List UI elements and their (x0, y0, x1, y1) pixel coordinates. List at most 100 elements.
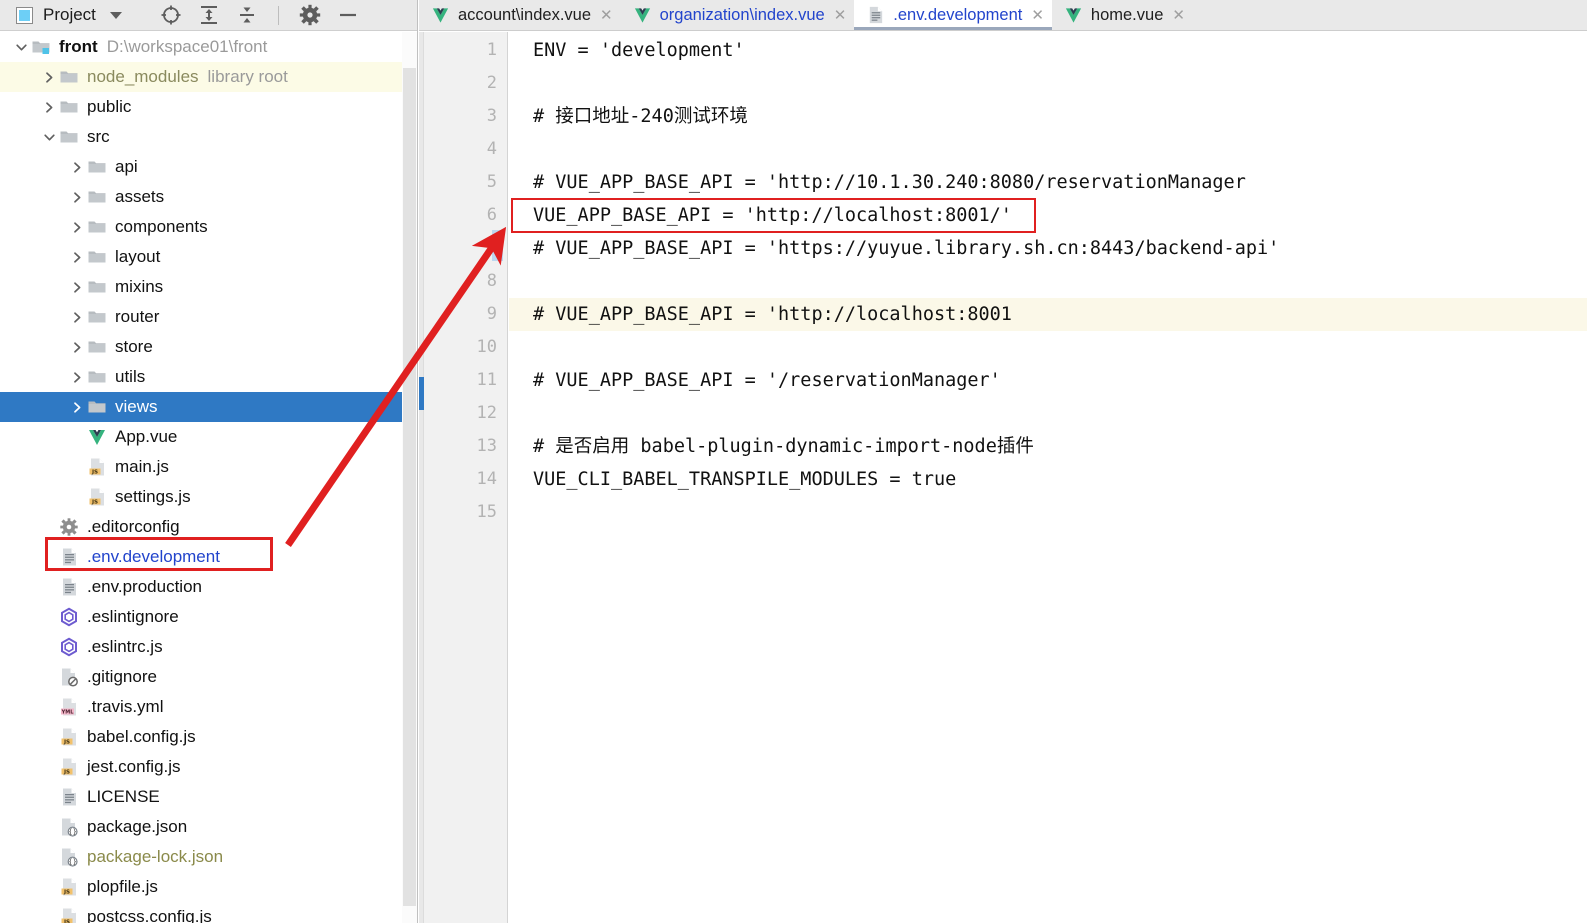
code-editor[interactable]: 1 2 3 4 5 6 7 8 9 10 11 12 13 14 15 ENV = 'development… (419, 32, 1587, 923)
minimize-icon[interactable] (337, 4, 359, 26)
folder-icon (58, 96, 80, 118)
tree-item-router[interactable]: router (0, 302, 417, 332)
chevron-right-icon[interactable] (68, 251, 86, 264)
collapse-all-icon[interactable] (236, 4, 258, 26)
tree-item--env-production[interactable]: .env.production (0, 572, 417, 602)
tree-item-plopfile-js[interactable]: JS plopfile.js (0, 872, 417, 902)
tree-item-label: api (115, 157, 138, 176)
code-line-2[interactable] (509, 67, 1587, 100)
tree-item-mixins[interactable]: mixins (0, 272, 417, 302)
tree-item-src[interactable]: src (0, 122, 417, 152)
code-line-9[interactable]: # VUE_APP_BASE_API = 'http://localhost:8… (509, 298, 1587, 331)
tree-item-label: mixins (115, 277, 164, 296)
code-line-12[interactable] (509, 397, 1587, 430)
tree-item-app-vue[interactable]: App.vue (0, 422, 417, 452)
tree-item-label: public (87, 97, 132, 116)
tree-item-label: layout (115, 247, 161, 266)
chevron-down-icon[interactable] (40, 131, 58, 144)
project-tree-scrollbar-thumb[interactable] (403, 68, 416, 906)
code-line-4[interactable] (509, 133, 1587, 166)
gear-icon[interactable] (299, 4, 321, 26)
code-line-15[interactable] (509, 496, 1587, 529)
editor-tab-account-index-vue[interactable]: account\index.vue ✕ (419, 0, 621, 30)
code-content[interactable]: ENV = 'development' # 接口地址-240测试环境 # VUE_A… (509, 32, 1587, 923)
text-file-icon (58, 546, 80, 568)
code-line-10[interactable] (509, 331, 1587, 364)
tree-item-main-js[interactable]: JS main.js (0, 452, 417, 482)
code-line-6[interactable]: VUE_APP_BASE_API = 'http://localhost:800… (509, 199, 1587, 232)
close-icon[interactable]: ✕ (1031, 8, 1044, 23)
svg-text:JS: JS (63, 769, 70, 775)
line-number: 13 (476, 436, 497, 456)
chevron-right-icon[interactable] (68, 281, 86, 294)
tree-item-public[interactable]: public (0, 92, 417, 122)
tree-item-package-json[interactable]: {} package.json (0, 812, 417, 842)
chevron-right-icon[interactable] (68, 191, 86, 204)
locate-target-icon[interactable] (160, 4, 182, 26)
chevron-right-icon[interactable] (68, 341, 86, 354)
tree-item-layout[interactable]: layout (0, 242, 417, 272)
tree-item-store[interactable]: store (0, 332, 417, 362)
code-line-3[interactable]: # 接口地址-240测试环境 (509, 100, 1587, 133)
text-file-icon (58, 576, 80, 598)
project-tree-scroll[interactable]: front D:\workspace01\front node_modules lib… (0, 32, 417, 923)
line-number: 6 (486, 205, 497, 225)
tree-item--env-development[interactable]: .env.development (0, 542, 417, 572)
gutter-selection-marker (419, 377, 424, 410)
tree-item-settings-js[interactable]: JS settings.js (0, 482, 417, 512)
js-icon: JS (86, 486, 108, 508)
project-panel: Project front D:\workspace01\front node_… (0, 0, 418, 923)
chevron-right-icon[interactable] (68, 221, 86, 234)
tree-item-assets[interactable]: assets (0, 182, 417, 212)
tree-item-node_modules[interactable]: node_modules library root (0, 62, 417, 92)
tree-item-components[interactable]: components (0, 212, 417, 242)
tree-item-front[interactable]: front D:\workspace01\front (0, 32, 417, 62)
code-line-1[interactable]: ENV = 'development' (509, 34, 1587, 67)
editor-tab-home-vue[interactable]: home.vue ✕ (1052, 0, 1193, 30)
chevron-right-icon[interactable] (40, 71, 58, 84)
ide-window: Project front D:\workspace01\front node_… (0, 0, 1587, 923)
tree-item--eslintignore[interactable]: .eslintignore (0, 602, 417, 632)
tree-item-postcss-config-js[interactable]: JS postcss.config.js (0, 902, 417, 923)
editor-tab--env-development[interactable]: .env.development ✕ (854, 0, 1052, 30)
line-number: 4 (486, 139, 497, 159)
chevron-right-icon[interactable] (68, 311, 86, 324)
tree-item-license[interactable]: LICENSE (0, 782, 417, 812)
editor-gutter[interactable]: 1 2 3 4 5 6 7 8 9 10 11 12 13 14 15 (419, 32, 508, 923)
close-icon[interactable]: ✕ (834, 8, 847, 23)
code-line-7[interactable]: # VUE_APP_BASE_API = 'https://yuyue.libr… (509, 232, 1587, 265)
close-icon[interactable]: ✕ (1172, 8, 1185, 23)
tree-item-jest-config-js[interactable]: JS jest.config.js (0, 752, 417, 782)
tree-item--travis-yml[interactable]: YML .travis.yml (0, 692, 417, 722)
code-line-13[interactable]: # 是否启用 babel-plugin-dynamic-import-node插… (509, 430, 1587, 463)
chevron-down-icon[interactable] (12, 41, 30, 54)
chevron-right-icon[interactable] (68, 161, 86, 174)
code-line-8[interactable] (509, 265, 1587, 298)
tree-item-utils[interactable]: utils (0, 362, 417, 392)
chevron-right-icon[interactable] (40, 101, 58, 114)
svg-text:{}: {} (68, 828, 76, 836)
project-tree-scrollbar[interactable] (402, 32, 417, 923)
chevron-right-icon[interactable] (68, 371, 86, 384)
tree-item--editorconfig[interactable]: .editorconfig (0, 512, 417, 542)
tree-item-label: store (115, 337, 153, 356)
expand-all-icon[interactable] (198, 4, 220, 26)
tree-item-package-lock-json[interactable]: {} package-lock.json (0, 842, 417, 872)
chevron-down-icon[interactable] (109, 11, 122, 19)
tree-item--eslintrc-js[interactable]: .eslintrc.js (0, 632, 417, 662)
chevron-right-icon[interactable] (68, 401, 86, 414)
tree-item-label: views (115, 397, 158, 416)
code-line-11[interactable]: # VUE_APP_BASE_API = '/reservationManage… (509, 364, 1587, 397)
tree-item-babel-config-js[interactable]: JS babel.config.js (0, 722, 417, 752)
folder-icon (58, 126, 80, 148)
tree-item--gitignore[interactable]: .gitignore (0, 662, 417, 692)
code-line-14[interactable]: VUE_CLI_BABEL_TRANSPILE_MODULES = true (509, 463, 1587, 496)
project-toolbar-actions (160, 4, 359, 26)
tree-item-label: node_modules (87, 67, 199, 86)
tree-item-label: components (115, 217, 208, 236)
editor-tab-organization-index-vue[interactable]: organization\index.vue ✕ (621, 0, 855, 30)
code-line-5[interactable]: # VUE_APP_BASE_API = 'http://10.1.30.240… (509, 166, 1587, 199)
tree-item-views[interactable]: views (0, 392, 417, 422)
tree-item-api[interactable]: api (0, 152, 417, 182)
close-icon[interactable]: ✕ (600, 8, 613, 23)
